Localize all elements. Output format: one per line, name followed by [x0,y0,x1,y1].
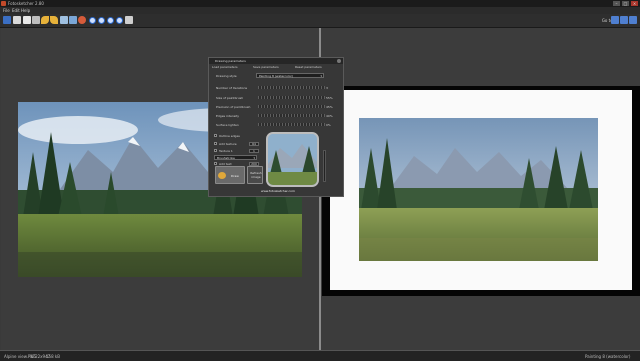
tab-reset-parameters[interactable]: Reset parameters [295,65,322,69]
texture-checkbox[interactable] [214,149,217,152]
outline-edges-label: Outline edges [219,134,240,138]
status-memory: 158 kB [46,354,60,359]
slider-lighten[interactable] [258,123,325,126]
palette-icon [218,172,226,179]
settings-icon[interactable] [78,16,86,24]
menu-help[interactable]: Help [21,8,30,13]
outline-edges-checkbox[interactable] [214,134,217,137]
walker-icon[interactable] [620,16,628,24]
slider-value-lighten: 0% [326,123,331,127]
save-icon[interactable] [23,16,31,24]
drawing-style-select[interactable]: Painting 8 (watercolor) ▾ [256,73,324,78]
walker-icon[interactable] [629,16,637,24]
slider-brush-precision[interactable] [258,105,325,108]
refresh-button-label: Refresh image [250,171,262,179]
exit-icon[interactable] [125,16,133,24]
slider-label-brush-precision: Precision of paintbrush [216,105,251,109]
slider-iterations[interactable] [258,86,325,89]
style-preview-image [266,132,319,187]
slider-brush-size[interactable] [258,96,325,99]
slider-value-iterations: 3 [326,86,328,90]
chevron-down-icon: ▾ [320,74,322,78]
toolbar: Go to: [0,14,640,28]
texture-type-select[interactable]: Brushstroke ▾ [214,155,257,160]
menu-bar: File Edit Help [0,7,640,14]
gallery-icon[interactable] [60,16,68,24]
slider-label-lighten: Surface lighten [216,123,239,127]
slider-label-iterations: Number of iterations [216,86,248,90]
app-icon [1,1,6,6]
window-title: Fotosketcher 2.80 [8,1,44,6]
close-button[interactable]: × [631,1,638,6]
dialog-title-bar: Drawing parameters [209,58,343,64]
window-controls: – □ × [613,1,638,6]
slider-value-brush-precision: 45% [326,105,333,109]
walker-icon[interactable] [611,16,619,24]
texture-label: Texture 1 [219,149,233,153]
drawing-style-label: Drawing style [216,74,237,78]
painted-image [359,118,598,261]
painted-landscape [359,118,598,261]
add-texture-label: Add texture [219,142,237,146]
copy-icon[interactable] [32,16,40,24]
preview-landscape [268,134,317,185]
new-icon[interactable] [3,16,11,24]
add-texture-input[interactable]: 64 [249,142,259,146]
tab-load-parameters[interactable]: Load parameters [212,65,238,69]
slider-label-edges: Edges intensity [216,114,240,118]
title-bar: Fotosketcher 2.80 – □ × [0,0,640,7]
add-texture-checkbox[interactable] [214,142,217,145]
website-link[interactable]: www.fotosketcher.com [261,189,295,193]
maximize-button[interactable]: □ [622,1,629,6]
menu-edit[interactable]: Edit [12,8,20,13]
minimize-button[interactable]: – [613,1,620,6]
status-style: Painting 8 (watercolor) [585,354,631,359]
add-text-checkbox[interactable] [214,162,217,165]
drawing-parameters-dialog: Drawing parameters Load parameters Save … [208,57,344,197]
print-icon[interactable] [89,17,96,24]
menu-file[interactable]: File [3,8,10,13]
status-bar: Alpine view.PNG 1722x947 158 kB Painting… [0,350,640,361]
slider-value-edges: 40% [326,114,333,118]
redo-icon[interactable] [50,16,58,24]
dialog-close-icon[interactable] [337,59,341,63]
slider-value-brush-size: 55% [326,96,333,100]
preview-scrollbar[interactable] [323,150,326,182]
slider-label-brush-size: Size of paintbrush [216,96,244,100]
help-icon[interactable] [107,17,114,24]
texture-type-value: Brushstroke [217,156,235,160]
undo-icon[interactable] [41,16,49,24]
about-icon[interactable] [116,17,123,24]
refresh-image-button[interactable]: Refresh image [247,166,263,184]
dialog-title: Drawing parameters [215,59,246,63]
open-icon[interactable] [13,16,21,24]
tab-save-parameters[interactable]: Save parameters [253,65,279,69]
drawing-style-value: Painting 8 (watercolor) [259,74,294,78]
chevron-down-icon: ▾ [253,156,255,160]
draw-button-label: Draw [231,174,239,178]
texture-input[interactable]: 1 [249,149,259,153]
film-icon[interactable] [69,16,77,24]
slider-edges[interactable] [258,114,325,117]
draw-button[interactable]: Draw [215,166,245,184]
info-icon[interactable] [98,17,105,24]
